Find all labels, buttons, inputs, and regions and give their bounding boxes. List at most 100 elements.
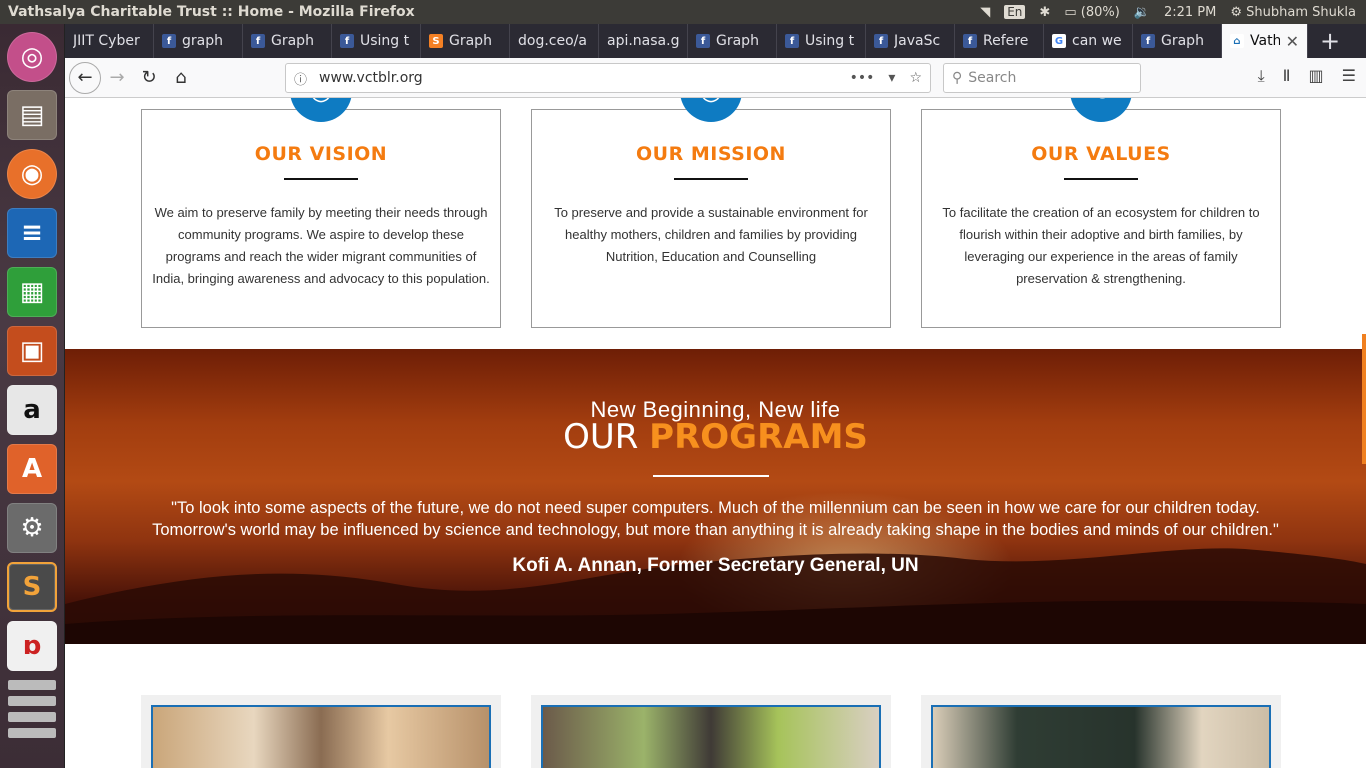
program-photo[interactable] [931, 705, 1271, 768]
software-center-icon[interactable]: A [7, 444, 57, 494]
programs-banner: New Beginning, New life OUR PROGRAMS "To… [65, 349, 1366, 644]
tab-label: graph [182, 33, 223, 49]
writer-icon[interactable]: ≡ [7, 208, 57, 258]
back-arrow-icon: ← [77, 67, 93, 88]
divider [1064, 178, 1138, 180]
bookmark-star-icon[interactable]: ☆ [909, 70, 922, 86]
volume-icon[interactable]: 🔉 [1134, 5, 1150, 20]
tab[interactable]: f Graph [243, 24, 332, 58]
workspace-switcher-icon[interactable] [8, 712, 56, 722]
navigation-toolbar: ← → ↻ ⌂ ⓘ www.vctblr.org ••• ▾ ☆ ⚲ Searc… [65, 58, 1366, 98]
programs-heading-plain: OUR [563, 417, 639, 457]
workspace-switcher-icon[interactable] [8, 696, 56, 706]
vision-card: ◎ OUR VISION We aim to preserve family b… [141, 98, 501, 328]
gear-icon: ⚙ [1230, 4, 1243, 20]
program-card[interactable] [531, 695, 891, 768]
page-actions-button[interactable]: ••• [850, 70, 875, 86]
user-menu[interactable]: ⚙ Shubham Shukla [1230, 5, 1356, 20]
tab[interactable]: f Graph [688, 24, 777, 58]
new-tab-button[interactable]: + [1308, 24, 1352, 58]
facebook-icon: f [162, 34, 176, 48]
program-photo[interactable] [541, 705, 881, 768]
tab-label: dog.ceo/a [518, 33, 587, 49]
files-icon[interactable]: ▤ [7, 90, 57, 140]
tab-label: Vath [1250, 33, 1280, 49]
site-info-icon[interactable]: ⓘ [294, 69, 307, 88]
bluetooth-icon[interactable]: ✱ [1039, 5, 1050, 20]
window-title: Vathsalya Charitable Trust :: Home - Moz… [8, 4, 415, 20]
scrollbar-thumb[interactable] [1362, 334, 1366, 464]
tab[interactable]: f Refere [955, 24, 1044, 58]
tab[interactable]: f Using t [332, 24, 421, 58]
tab-label: api.nasa.g [607, 33, 679, 49]
back-button[interactable]: ← [69, 61, 101, 94]
calc-icon[interactable]: ▦ [7, 267, 57, 317]
tab-label: Using t [360, 33, 410, 49]
battery-icon: ▭ [1064, 4, 1077, 20]
home-button[interactable]: ⌂ [165, 62, 197, 94]
pdf-icon[interactable]: ɒ [7, 621, 57, 671]
quote-line-2: Tomorrow's world may be influenced by sc… [152, 521, 1279, 539]
reload-icon: ↻ [141, 67, 157, 88]
target-icon: ◎ [680, 98, 742, 122]
tab[interactable]: api.nasa.g [599, 24, 688, 58]
tab-label: Graph [1161, 33, 1204, 49]
web-page: ◎ OUR VISION We aim to preserve family b… [65, 98, 1366, 768]
program-photo[interactable] [151, 705, 491, 768]
tab-label: Graph [271, 33, 314, 49]
program-card[interactable] [141, 695, 501, 768]
tab[interactable]: S Graph [421, 24, 510, 58]
divider [653, 475, 769, 477]
firefox-icon[interactable]: ◉ [7, 149, 57, 199]
stackoverflow-icon: S [429, 34, 443, 48]
system-top-bar: Vathsalya Charitable Trust :: Home - Moz… [0, 0, 1366, 24]
google-icon: G [1052, 34, 1066, 48]
search-input[interactable]: ⚲ Search [943, 63, 1141, 93]
tab[interactable]: f JavaSc [866, 24, 955, 58]
tab-label: JavaSc [894, 33, 941, 49]
program-card[interactable] [921, 695, 1281, 768]
ubuntu-icon[interactable]: ◎ [7, 32, 57, 82]
home-icon: ⌂ [175, 67, 187, 88]
programs-heading-bold: PROGRAMS [649, 417, 868, 457]
tab-label: Graph [716, 33, 759, 49]
tab[interactable]: f Graph [1133, 24, 1222, 58]
amazon-icon[interactable]: a [7, 385, 57, 435]
handshake-icon: ❦ [1070, 98, 1132, 122]
toolbar-right: ⤓ Ⅱ ▥ ☰ [1258, 66, 1356, 86]
system-tray: ◥ En ✱ ▭ (80%) 🔉 2:21 PM ⚙ Shubham Shukl… [980, 5, 1366, 20]
library-icon[interactable]: Ⅱ [1283, 66, 1291, 86]
pocket-icon[interactable]: ▾ [888, 70, 895, 86]
keyboard-layout-indicator[interactable]: En [1004, 5, 1026, 19]
sidebar-icon[interactable]: ▥ [1309, 66, 1324, 86]
battery-indicator[interactable]: ▭ (80%) [1064, 5, 1119, 20]
wifi-icon[interactable]: ◥ [980, 5, 990, 20]
forward-button[interactable]: → [101, 62, 133, 94]
divider [674, 178, 748, 180]
tab-label: JIIT Cyber [73, 33, 140, 49]
tab-label: Using t [805, 33, 855, 49]
tab-label: can we [1072, 33, 1122, 49]
close-tab-icon[interactable]: ✕ [1286, 32, 1299, 51]
reload-button[interactable]: ↻ [133, 62, 165, 94]
trash-icon[interactable] [8, 728, 56, 738]
facebook-icon: f [963, 34, 977, 48]
impress-icon[interactable]: ▣ [7, 326, 57, 376]
tab[interactable]: Gcan we [1044, 24, 1133, 58]
vision-title: OUR VISION [254, 143, 388, 165]
tab[interactable]: f graph [154, 24, 243, 58]
clock[interactable]: 2:21 PM [1164, 5, 1216, 20]
workspace-switcher-icon[interactable] [8, 680, 56, 690]
sublime-icon[interactable]: S [7, 562, 57, 612]
tab[interactable]: f Using t [777, 24, 866, 58]
settings-icon[interactable]: ⚙ [7, 503, 57, 553]
menu-icon[interactable]: ☰ [1342, 66, 1356, 86]
url-text[interactable]: www.vctblr.org [319, 70, 850, 86]
downloads-icon[interactable]: ⤓ [1258, 66, 1265, 86]
tab-label: Refere [983, 33, 1029, 49]
url-bar[interactable]: ⓘ www.vctblr.org ••• ▾ ☆ [285, 63, 931, 93]
target-icon: ◎ [290, 98, 352, 122]
tab[interactable]: ⌂ Vath ✕ [1222, 24, 1308, 58]
tab[interactable]: dog.ceo/a [510, 24, 599, 58]
tab[interactable]: JIIT Cyber [65, 24, 154, 58]
